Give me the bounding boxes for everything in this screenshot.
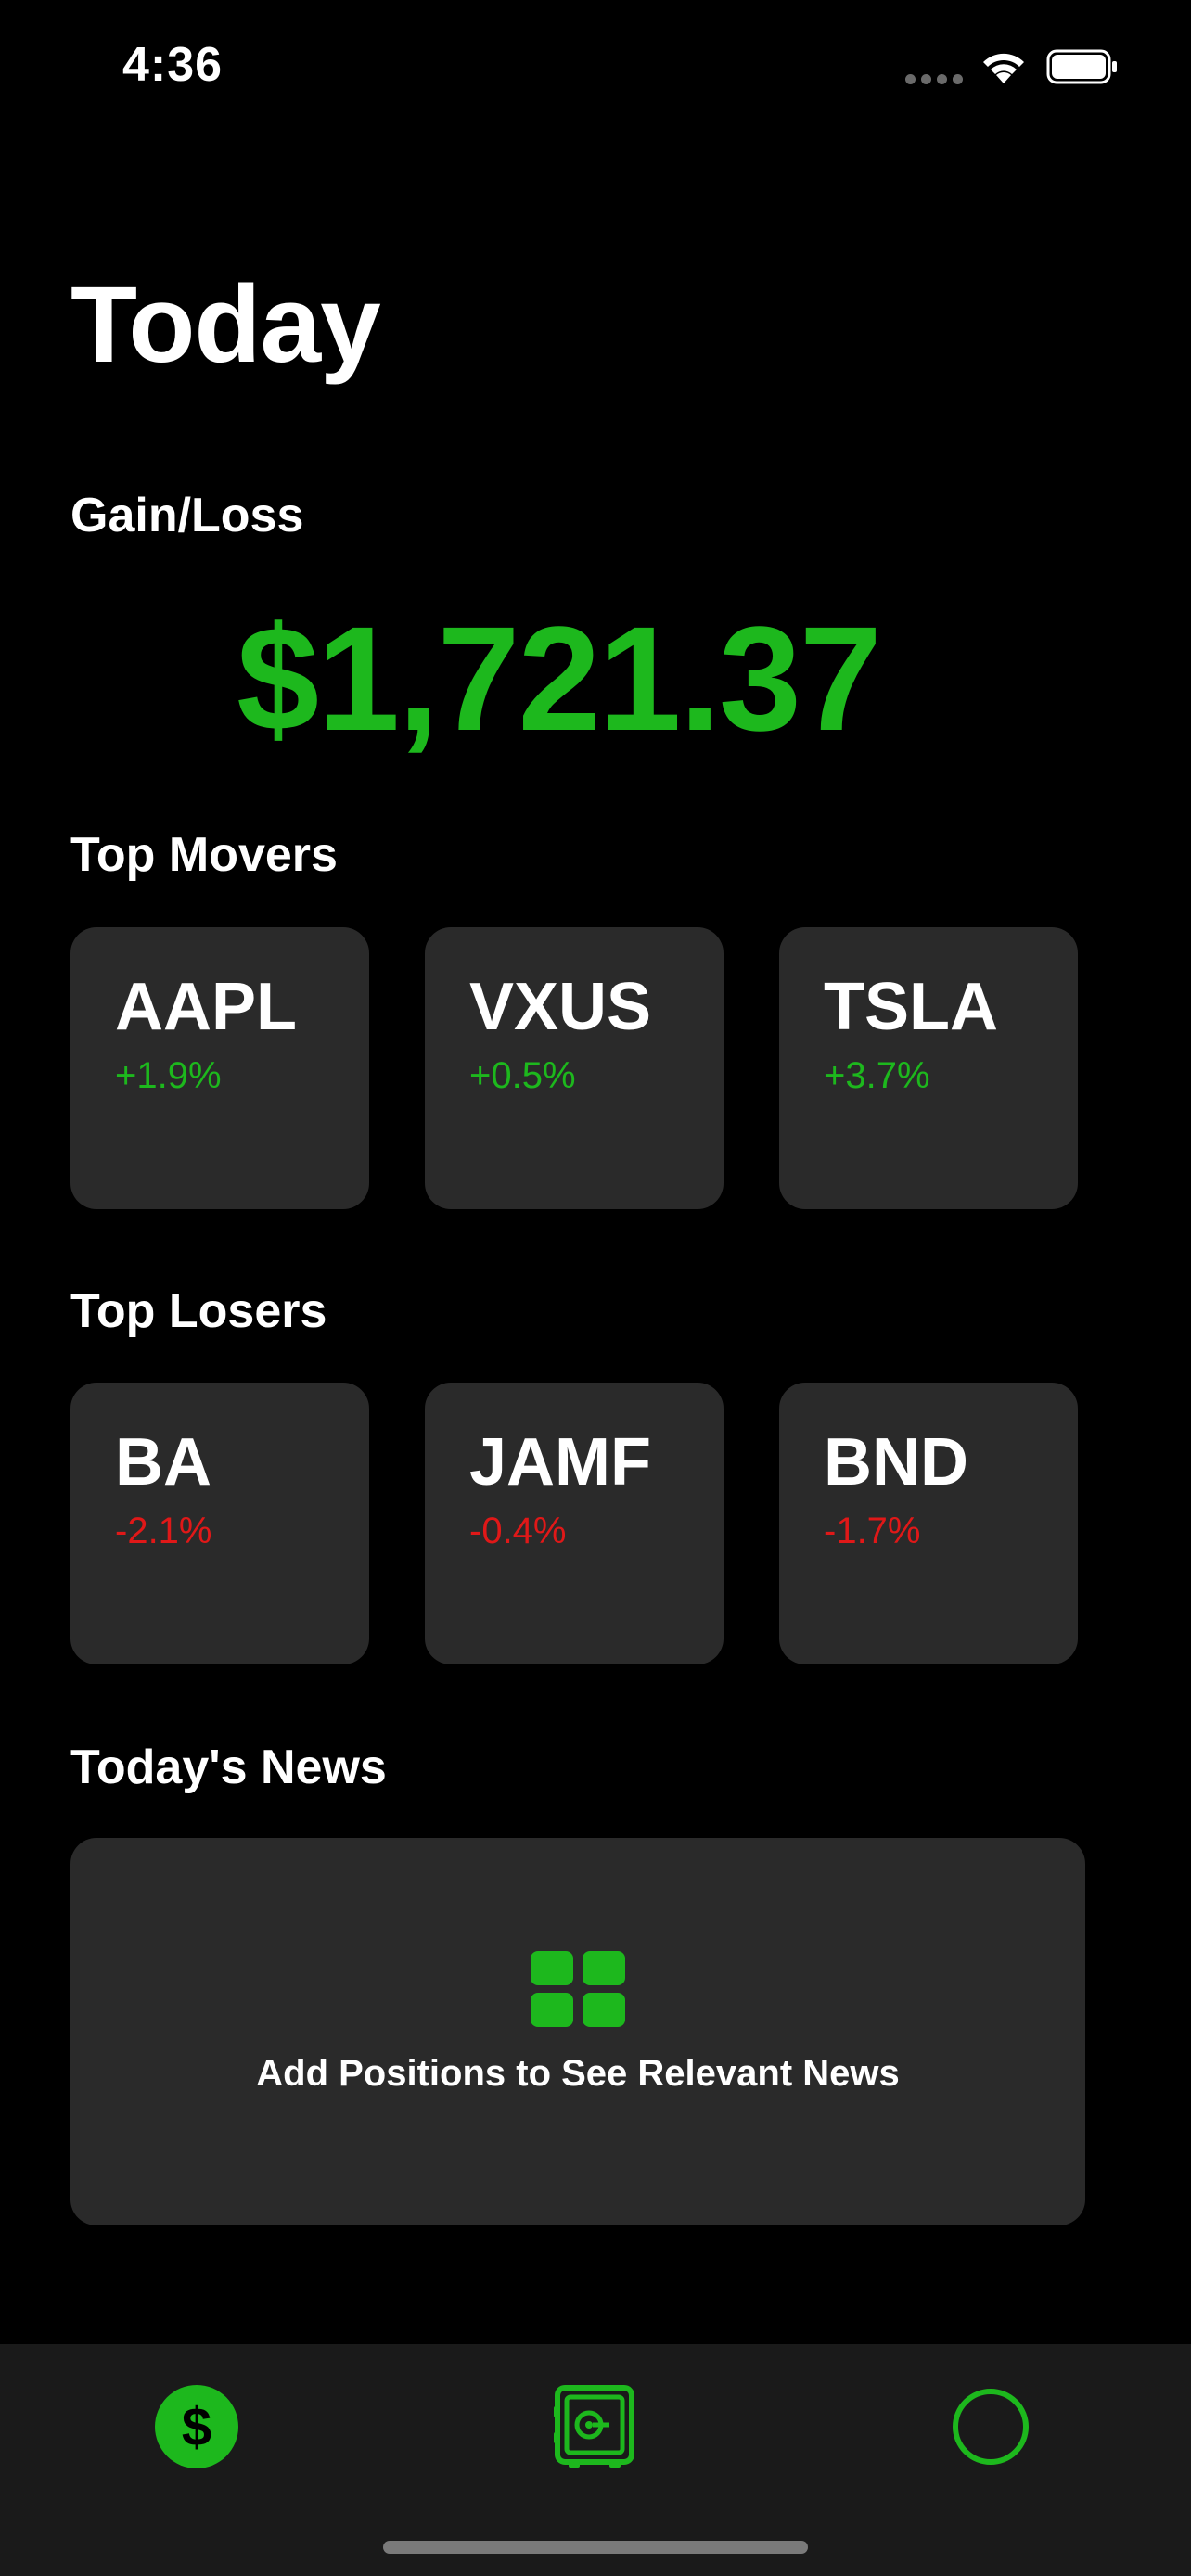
mover-tile-vxus[interactable]: VXUS +0.5% bbox=[425, 927, 724, 1209]
gain-loss-value: $1,721.37 bbox=[237, 595, 882, 761]
news-label: Today's News bbox=[70, 1741, 387, 1794]
tile-change: -1.7% bbox=[824, 1511, 921, 1551]
tile-symbol: BA bbox=[115, 1425, 211, 1499]
circle-icon bbox=[953, 2389, 1029, 2465]
wifi-icon bbox=[983, 53, 1024, 83]
tile-symbol: TSLA bbox=[824, 970, 998, 1044]
tile-symbol: AAPL bbox=[115, 970, 297, 1044]
tab-today[interactable]: $ bbox=[146, 2376, 248, 2478]
tile-change: +3.7% bbox=[824, 1055, 930, 1096]
tile-change: -0.4% bbox=[469, 1511, 567, 1551]
tile-symbol: JAMF bbox=[469, 1425, 651, 1499]
top-losers-row: BA -2.1% JAMF -0.4% BND -1.7% bbox=[70, 1383, 1078, 1664]
news-empty-message: Add Positions to See Relevant News bbox=[256, 2053, 900, 2094]
status-time: 4:36 bbox=[122, 38, 224, 92]
mover-tile-tsla[interactable]: TSLA +3.7% bbox=[779, 927, 1078, 1209]
safe-icon bbox=[554, 2385, 634, 2468]
tile-symbol: VXUS bbox=[469, 970, 652, 1044]
loser-tile-bnd[interactable]: BND -1.7% bbox=[779, 1383, 1078, 1664]
grid-icon bbox=[531, 1951, 625, 2027]
home-indicator bbox=[383, 2541, 808, 2554]
tab-portfolio[interactable] bbox=[544, 2376, 646, 2478]
tile-symbol: BND bbox=[824, 1425, 968, 1499]
top-movers-row: AAPL +1.9% VXUS +0.5% TSLA +3.7% bbox=[70, 927, 1078, 1209]
tile-change: +1.9% bbox=[115, 1055, 222, 1096]
gain-loss-label: Gain/Loss bbox=[70, 489, 304, 542]
tile-change: +0.5% bbox=[469, 1055, 576, 1096]
mover-tile-aapl[interactable]: AAPL +1.9% bbox=[70, 927, 369, 1209]
status-bar: 4:36 bbox=[0, 0, 1191, 139]
battery-icon bbox=[1046, 49, 1117, 84]
loser-tile-ba[interactable]: BA -2.1% bbox=[70, 1383, 369, 1664]
loser-tile-jamf[interactable]: JAMF -0.4% bbox=[425, 1383, 724, 1664]
top-movers-label: Top Movers bbox=[70, 828, 338, 882]
page-title: Today bbox=[70, 263, 381, 386]
dollar-icon: $ bbox=[155, 2385, 238, 2468]
top-losers-label: Top Losers bbox=[70, 1284, 327, 1338]
tile-change: -2.1% bbox=[115, 1511, 212, 1551]
news-card[interactable]: Add Positions to See Relevant News bbox=[70, 1838, 1085, 2225]
cellular-signal-icon bbox=[905, 74, 963, 84]
tab-profile[interactable] bbox=[940, 2376, 1042, 2478]
